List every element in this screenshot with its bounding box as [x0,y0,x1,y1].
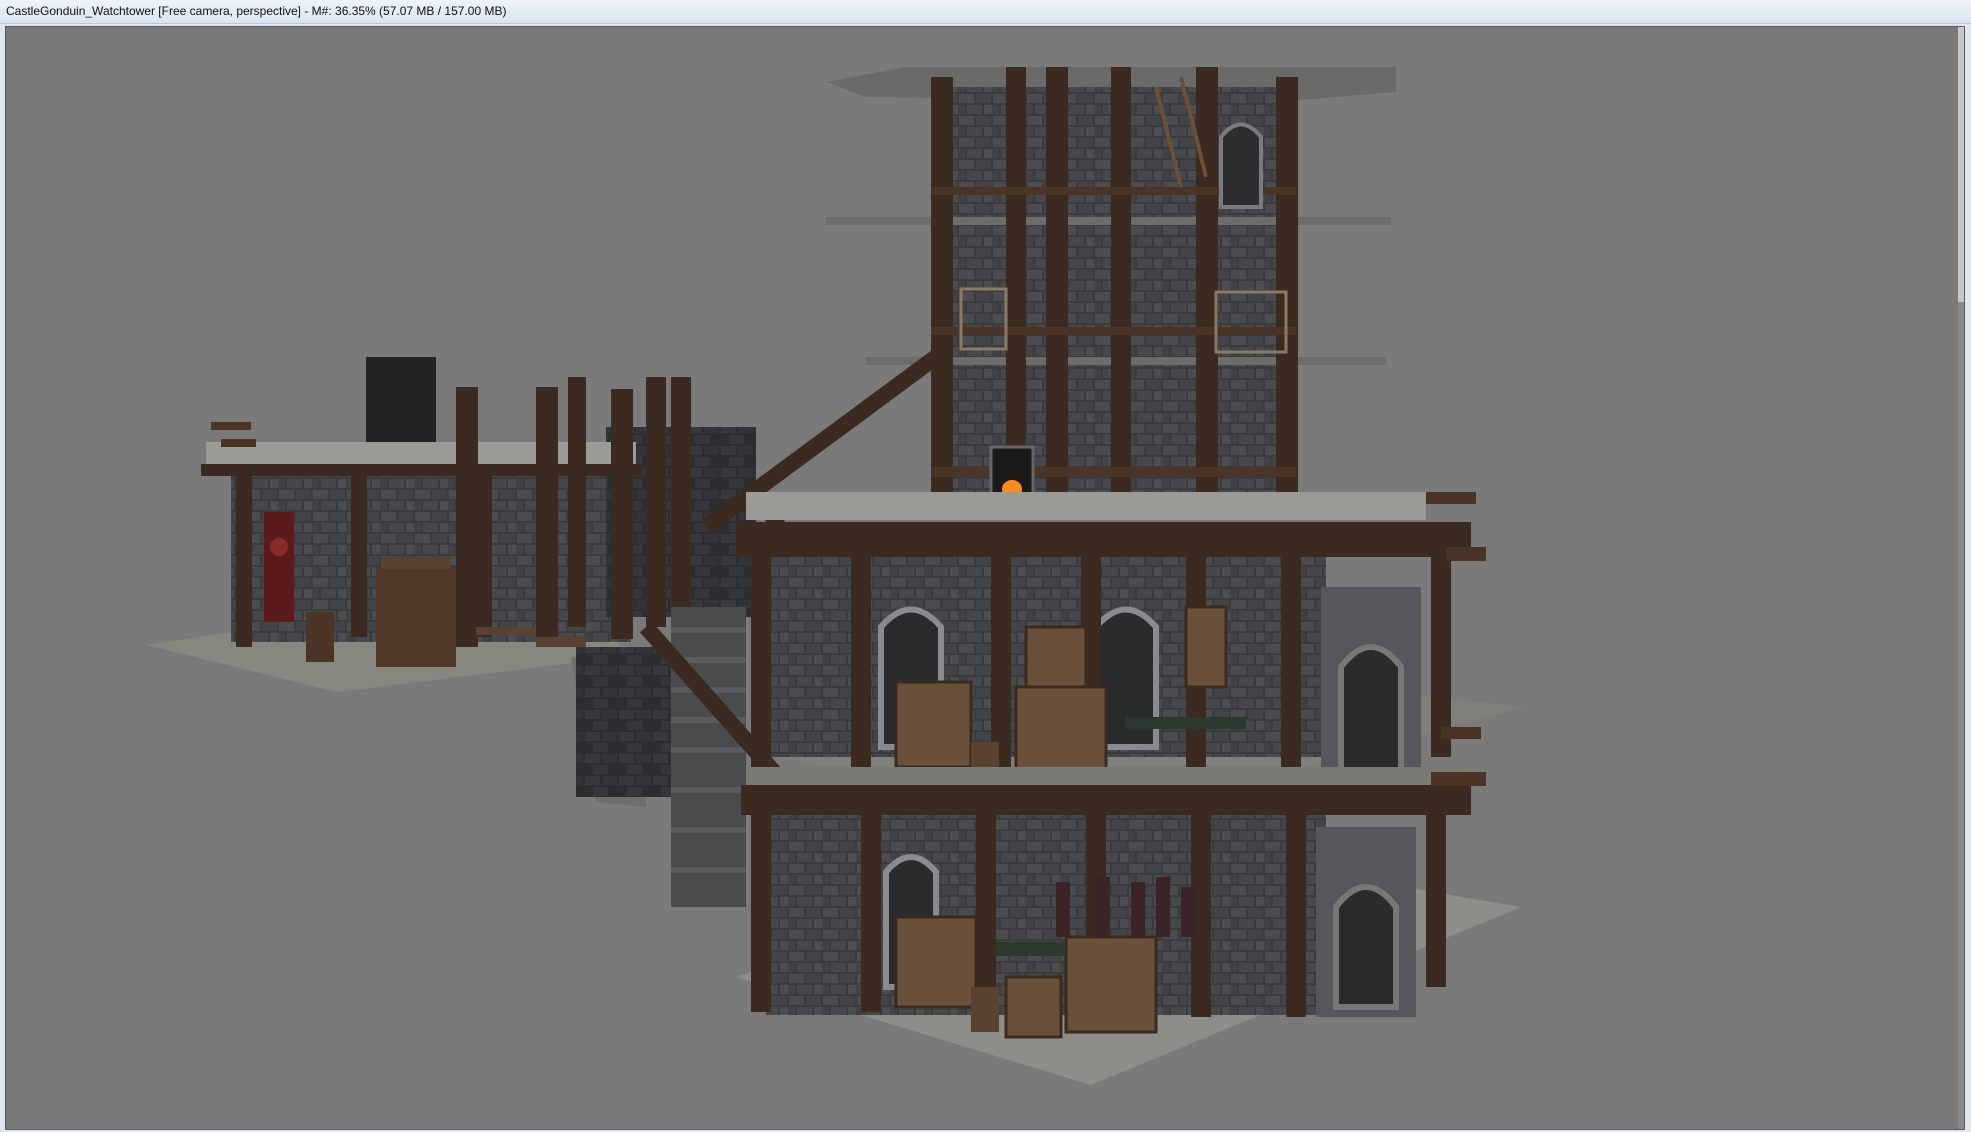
tower-arch-window [1219,122,1263,209]
red-banner [264,512,294,622]
rug-lower [996,942,1066,956]
tower-ledge-1 [826,217,1391,225]
viewport-scrollbar[interactable] [1958,27,1964,1129]
connector-wall [576,647,671,797]
rug-middle [1126,717,1246,729]
barrel-lower [971,987,999,1032]
bench [536,637,586,647]
3d-viewport[interactable] [5,26,1965,1130]
watchtower-model[interactable] [6,27,1964,1129]
stone-gate-lower-arch [1333,884,1399,1010]
wardrobe-top [381,557,451,569]
middle-level-beam [736,522,1471,557]
table [476,627,536,635]
title-bar[interactable]: CastleGonduin_Watchtower [Free camera, p… [0,0,1971,24]
editor-window: CastleGonduin_Watchtower [Free camera, p… [0,0,1971,1132]
stone-gate-middle-arch [1338,644,1404,775]
chair [306,612,334,662]
chimney [366,357,436,452]
wardrobe [376,567,456,667]
window-title: CastleGonduin_Watchtower [Free camera, p… [6,4,507,18]
middle-level-rim [746,492,1426,520]
lower-level-rim [746,767,1466,785]
stairs [671,607,746,907]
scrollbar-thumb[interactable] [1958,27,1964,302]
banner-emblem [270,538,288,556]
